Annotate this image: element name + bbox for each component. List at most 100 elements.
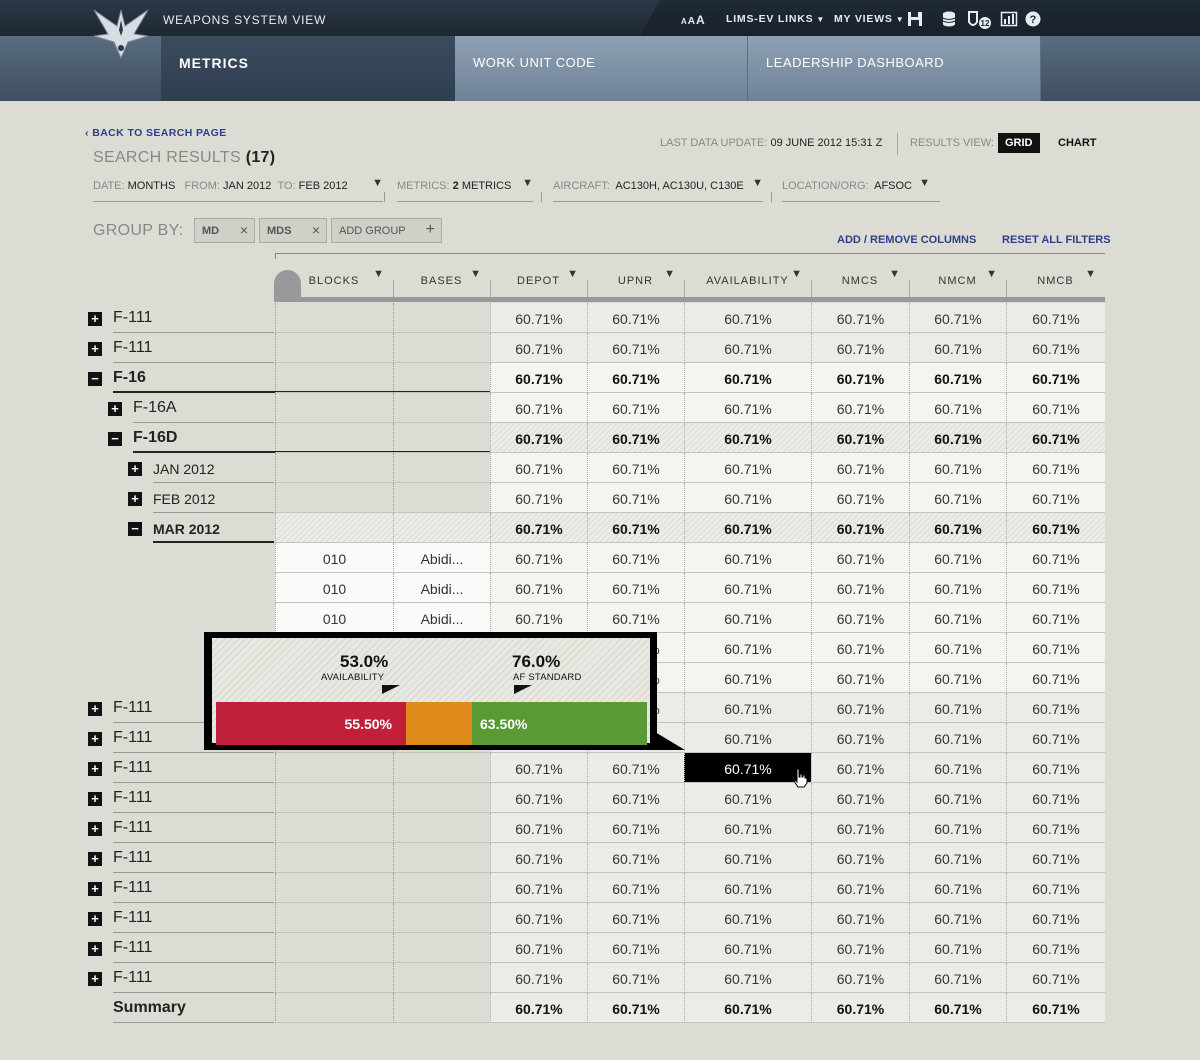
expand-icon[interactable]: + (88, 912, 102, 926)
metric-cell-nmcs[interactable]: 60.71% (811, 753, 909, 783)
metric-cell-depot[interactable]: 60.71% (490, 933, 587, 963)
column-header-blocks[interactable]: BLOCKS ▼ (275, 268, 393, 302)
chevron-down-icon[interactable]: ▼ (1085, 268, 1097, 280)
metric-cell-availability[interactable]: 60.71% (684, 693, 811, 723)
metric-cell-nmcm[interactable]: 60.71% (909, 903, 1006, 933)
row-label[interactable]: F-16A (133, 399, 177, 417)
metric-cell-nmcs[interactable]: 60.71% (811, 453, 909, 483)
add-remove-columns-link[interactable]: ADD / REMOVE COLUMNS (837, 234, 976, 246)
metric-cell-nmcm[interactable]: 60.71% (909, 363, 1006, 393)
metric-cell-upnr[interactable]: 60.71% (587, 993, 684, 1023)
metric-cell-availability[interactable]: 60.71% (684, 603, 811, 633)
metric-cell-availability[interactable]: 60.71% (684, 303, 811, 333)
notifications-icon[interactable]: 12 (966, 10, 992, 30)
metric-cell-depot[interactable]: 60.71% (490, 603, 587, 633)
metric-cell-nmcb[interactable]: 60.71% (1006, 693, 1105, 723)
expand-icon[interactable]: + (128, 462, 142, 476)
expand-icon[interactable]: + (88, 942, 102, 956)
row-label[interactable]: F-111 (113, 309, 152, 327)
metric-cell-nmcb[interactable]: 60.71% (1006, 873, 1105, 903)
metric-cell-depot[interactable]: 60.71% (490, 903, 587, 933)
row-label[interactable]: MAR 2012 (153, 521, 220, 537)
metric-cell-depot[interactable]: 60.71% (490, 963, 587, 993)
expand-icon[interactable]: + (88, 852, 102, 866)
metric-cell-nmcm[interactable]: 60.71% (909, 333, 1006, 363)
metric-cell-depot[interactable]: 60.71% (490, 573, 587, 603)
row-label[interactable]: F-111 (113, 339, 152, 357)
row-label[interactable]: F-111 (113, 969, 152, 987)
metric-cell-nmcm[interactable]: 60.71% (909, 993, 1006, 1023)
metric-cell-nmcb[interactable]: 60.71% (1006, 633, 1105, 663)
metric-cell-upnr[interactable]: 60.71% (587, 363, 684, 393)
metric-cell-depot[interactable]: 60.71% (490, 543, 587, 573)
metric-cell-nmcs[interactable]: 60.71% (811, 873, 909, 903)
column-header-nmcs[interactable]: NMCS ▼ (811, 268, 909, 302)
row-label[interactable]: JAN 2012 (153, 461, 214, 477)
grid-view-button[interactable]: GRID (998, 133, 1040, 153)
metric-cell-nmcs[interactable]: 60.71% (811, 303, 909, 333)
metric-cell-nmcb[interactable]: 60.71% (1006, 453, 1105, 483)
metric-cell-depot[interactable]: 60.71% (490, 333, 587, 363)
metric-cell-upnr[interactable]: 60.71% (587, 453, 684, 483)
column-header-availability[interactable]: AVAILABILITY ▼ (684, 268, 811, 302)
metric-cell-nmcb[interactable]: 60.71% (1006, 363, 1105, 393)
chevron-down-icon[interactable]: ▼ (373, 268, 385, 280)
expand-icon[interactable]: + (88, 822, 102, 836)
expand-icon[interactable]: + (88, 972, 102, 986)
metric-cell-availability[interactable]: 60.71% (684, 933, 811, 963)
metric-cell-nmcm[interactable]: 60.71% (909, 633, 1006, 663)
metric-cell-availability[interactable]: 60.71% (684, 963, 811, 993)
metric-cell-depot[interactable]: 60.71% (490, 393, 587, 423)
chevron-down-icon[interactable]: ▼ (986, 268, 998, 280)
metric-cell-availability[interactable]: 60.71% (684, 663, 811, 693)
metric-cell-nmcm[interactable]: 60.71% (909, 783, 1006, 813)
metric-cell-nmcs[interactable]: 60.71% (811, 573, 909, 603)
metric-cell-availability[interactable]: 60.71% (684, 543, 811, 573)
metric-cell-nmcm[interactable]: 60.71% (909, 813, 1006, 843)
metric-cell-upnr[interactable]: 60.71% (587, 783, 684, 813)
metric-cell-depot[interactable]: 60.71% (490, 453, 587, 483)
save-icon[interactable] (906, 10, 924, 28)
aircraft-filter[interactable]: AIRCRAFT: AC130H, AC130U, C130E ▼ (553, 177, 763, 202)
metric-cell-nmcm[interactable]: 60.71% (909, 753, 1006, 783)
metric-cell-depot[interactable]: 60.71% (490, 813, 587, 843)
metric-cell-nmcs[interactable]: 60.71% (811, 363, 909, 393)
metric-cell-nmcb[interactable]: 60.71% (1006, 963, 1105, 993)
row-label[interactable]: F-111 (113, 909, 152, 927)
chart-view-button[interactable]: CHART (1051, 133, 1104, 153)
row-label[interactable]: F-111 (113, 849, 152, 867)
metric-cell-availability[interactable]: 60.71% (684, 393, 811, 423)
metric-cell-upnr[interactable]: 60.71% (587, 963, 684, 993)
metric-cell-upnr[interactable]: 60.71% (587, 303, 684, 333)
metric-cell-upnr[interactable]: 60.71% (587, 903, 684, 933)
metric-cell-upnr[interactable]: 60.71% (587, 753, 684, 783)
metric-cell-nmcb[interactable]: 60.71% (1006, 393, 1105, 423)
expand-icon[interactable]: + (88, 792, 102, 806)
metric-cell-upnr[interactable]: 60.71% (587, 933, 684, 963)
expand-icon[interactable]: + (88, 312, 102, 326)
database-icon[interactable] (940, 10, 958, 28)
metric-cell-nmcb[interactable]: 60.71% (1006, 903, 1105, 933)
metric-cell-depot[interactable]: 60.71% (490, 423, 587, 453)
metric-cell-depot[interactable]: 60.71% (490, 993, 587, 1023)
metric-cell-nmcs[interactable]: 60.71% (811, 813, 909, 843)
metric-cell-nmcb[interactable]: 60.71% (1006, 513, 1105, 543)
metric-cell-nmcs[interactable]: 60.71% (811, 843, 909, 873)
chevron-down-icon[interactable]: ▼ (470, 268, 482, 280)
row-label[interactable]: F-111 (113, 879, 152, 897)
column-header-depot[interactable]: DEPOT ▼ (490, 268, 587, 302)
expand-icon[interactable]: + (128, 492, 142, 506)
group-chip-md[interactable]: MD × (194, 218, 255, 243)
metric-cell-upnr[interactable]: 60.71% (587, 543, 684, 573)
metric-cell-availability[interactable]: 60.71% (684, 363, 811, 393)
metric-cell-nmcs[interactable]: 60.71% (811, 483, 909, 513)
row-label[interactable]: F-111 (113, 789, 152, 807)
metric-cell-nmcb[interactable]: 60.71% (1006, 813, 1105, 843)
tab-metrics[interactable]: METRICS (161, 36, 455, 101)
metric-cell-nmcm[interactable]: 60.71% (909, 723, 1006, 753)
metric-cell-upnr[interactable]: 60.71% (587, 393, 684, 423)
metric-cell-nmcs[interactable]: 60.71% (811, 933, 909, 963)
chevron-down-icon[interactable]: ▼ (664, 268, 676, 280)
metric-cell-nmcb[interactable]: 60.71% (1006, 543, 1105, 573)
metric-cell-nmcb[interactable]: 60.71% (1006, 303, 1105, 333)
